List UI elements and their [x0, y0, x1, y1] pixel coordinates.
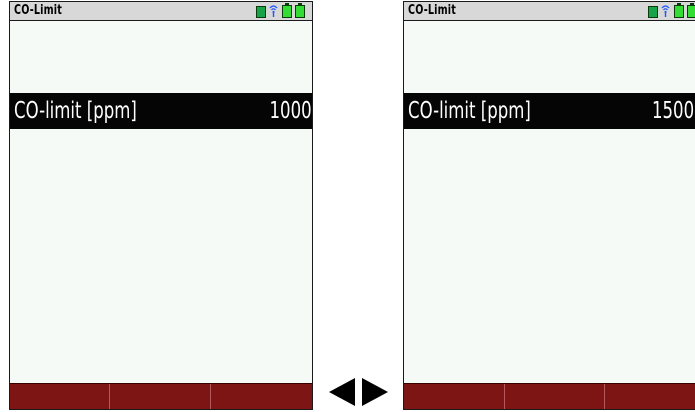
navigation-arrows: [329, 378, 388, 406]
sd-card-icon: [648, 6, 658, 18]
arrow-left-icon[interactable]: [329, 378, 355, 406]
screen-title: CO-Limit: [14, 3, 62, 18]
softkey-right[interactable]: [605, 384, 695, 409]
arrow-right-icon[interactable]: [362, 378, 388, 406]
battery-icon: [282, 3, 292, 18]
battery-icon: [295, 3, 305, 18]
sd-card-icon: [256, 6, 266, 18]
comparison-stage: CO-Limit CO-limit [ppm] 1000 CO-Limit CO…: [0, 0, 695, 412]
co-limit-label: CO-limit [ppm]: [14, 98, 137, 124]
wireless-icon: [661, 5, 670, 17]
softkey-middle[interactable]: [504, 384, 606, 409]
device-screen-before: CO-Limit CO-limit [ppm] 1000: [9, 1, 313, 410]
title-bar: CO-Limit: [10, 2, 312, 21]
battery-icon: [674, 3, 684, 18]
co-limit-value: 1500: [652, 98, 695, 124]
softkey-left[interactable]: [10, 384, 111, 409]
co-limit-row[interactable]: CO-limit [ppm] 1000: [10, 93, 312, 129]
device-screen-after: CO-Limit CO-limit [ppm] 1500: [403, 1, 695, 410]
screen-title: CO-Limit: [408, 3, 456, 18]
softkey-bar: [10, 383, 312, 409]
softkey-right[interactable]: [210, 384, 312, 409]
title-bar: CO-Limit: [404, 2, 695, 21]
softkey-bar: [404, 383, 695, 409]
co-limit-value: 1000: [269, 98, 312, 124]
softkey-left[interactable]: [404, 384, 505, 409]
wireless-icon: [269, 5, 278, 17]
co-limit-label: CO-limit [ppm]: [408, 98, 531, 124]
co-limit-row[interactable]: CO-limit [ppm] 1500: [404, 93, 695, 129]
battery-icon: [687, 3, 695, 18]
softkey-middle[interactable]: [110, 384, 211, 409]
